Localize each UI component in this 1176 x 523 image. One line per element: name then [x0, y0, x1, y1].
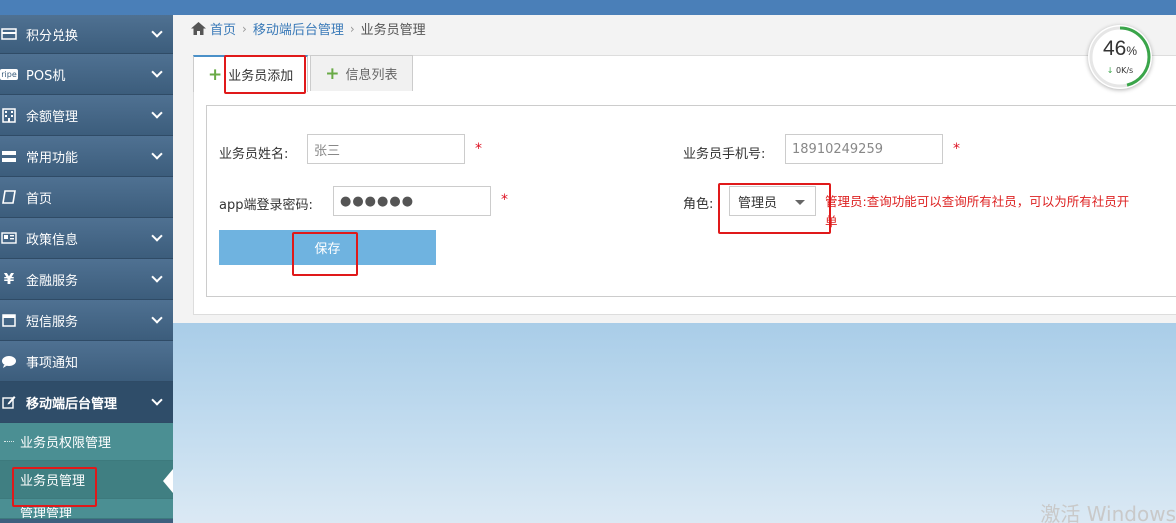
- credit-card-icon: [0, 26, 18, 42]
- sidebar-item-label: 余额管理: [26, 109, 79, 125]
- chevron-down-icon: [151, 148, 163, 160]
- save-button[interactable]: 保存: [219, 230, 436, 265]
- caret-down-icon: [795, 200, 805, 205]
- sidebar-subitem-permissions[interactable]: 业务员权限管理: [0, 423, 173, 461]
- plus-icon: +: [325, 63, 340, 84]
- role-select[interactable]: 管理员: [729, 186, 816, 216]
- password-label: app端登录密码:: [219, 198, 313, 213]
- sidebar-item-label: 常用功能: [26, 150, 79, 166]
- tab-label: 业务员添加: [228, 69, 294, 84]
- role-description: 管理员:查询功能可以查询所有社员，可以为所有社员开单: [825, 194, 1130, 229]
- sidebar-item-label: 短信服务: [26, 314, 79, 330]
- chevron-down-icon: [151, 26, 163, 38]
- network-rate: ↓ 0K/s: [1106, 66, 1134, 75]
- edit-icon: [0, 394, 18, 410]
- sidebar-item-common[interactable]: 常用功能: [0, 136, 173, 177]
- breadcrumb-home-link[interactable]: 首页: [210, 19, 236, 38]
- sidebar-subitem-salesman[interactable]: 业务员管理: [0, 461, 173, 499]
- active-caret-icon: [163, 469, 173, 493]
- sidebar-item-label: 金融服务: [26, 273, 79, 289]
- top-bar: [0, 0, 1176, 15]
- chevron-down-icon: [151, 66, 163, 78]
- home-icon: [191, 22, 206, 35]
- role-label: 角色:: [683, 197, 714, 212]
- role-select-value: 管理员: [738, 195, 778, 211]
- server-icon: [0, 148, 18, 164]
- sidebar-item-label: 事项通知: [26, 355, 79, 371]
- desktop-background: 激活 Windows: [173, 323, 1176, 523]
- tab-bar: + 业务员添加 + 信息列表: [193, 55, 415, 92]
- name-label: 业务员姓名:: [219, 147, 289, 162]
- tab-add-salesman[interactable]: + 业务员添加: [193, 55, 309, 92]
- tab-label: 信息列表: [345, 68, 398, 83]
- chevron-down-icon: [151, 394, 163, 406]
- sidebar-item-home[interactable]: 首页: [0, 177, 173, 218]
- sidebar-item-policy[interactable]: 政策信息: [0, 218, 173, 259]
- sidebar-item-mobile-admin[interactable]: 移动端后台管理: [0, 382, 173, 423]
- usage-percent: 46%: [1102, 37, 1138, 60]
- sidebar-subitem-label: 管理管理: [20, 507, 73, 519]
- chevron-down-icon: [151, 107, 163, 119]
- phone-input[interactable]: 18910249259: [785, 134, 943, 164]
- chevron-down-icon: [151, 230, 163, 242]
- salesman-form: 业务员姓名: 张三 * 业务员手机号: 18910249259 * app端登录…: [206, 105, 1176, 297]
- breadcrumb-mobile-admin-link[interactable]: 移动端后台管理: [253, 19, 344, 38]
- sidebar-item-label: 积分兑换: [26, 28, 79, 44]
- sidebar-item-finance[interactable]: ¥ 金融服务: [0, 259, 173, 300]
- sidebar-item-sms[interactable]: 短信服务: [0, 300, 173, 341]
- breadcrumb-current: 业务员管理: [360, 23, 426, 38]
- inbox-icon: [0, 312, 18, 328]
- chevron-down-icon: [151, 312, 163, 324]
- chat-icon: [0, 353, 18, 369]
- book-icon: [0, 189, 18, 205]
- breadcrumb-separator-icon: ›: [242, 21, 247, 36]
- sidebar-item-notice[interactable]: 事项通知: [0, 341, 173, 382]
- chevron-down-icon: [151, 271, 163, 283]
- sidebar: 积分兑换 ripe POS机 余额管理 常用功能 首页 政策信息 ¥ 金融服务: [0, 15, 173, 523]
- sidebar-item-balance[interactable]: 余额管理: [0, 95, 173, 136]
- required-mark: *: [501, 192, 508, 208]
- sidebar-subitem-label: 业务员权限管理: [20, 436, 112, 451]
- breadcrumb-separator-icon: ›: [349, 21, 355, 36]
- sidebar-item-pos[interactable]: ripe POS机: [0, 54, 173, 95]
- sidebar-item-label: 移动端后台管理: [26, 396, 118, 412]
- building-icon: [0, 107, 18, 123]
- sidebar-item-label: 首页: [26, 191, 53, 207]
- main-content: 首页 › 移动端后台管理 › 业务员管理 + 业务员添加 + 信息列表 业务员姓…: [173, 15, 1176, 323]
- sidebar-subitem-label: 业务员管理: [20, 474, 86, 489]
- required-mark: *: [953, 141, 960, 157]
- name-input[interactable]: 张三: [307, 134, 465, 164]
- sidebar-item-label: 政策信息: [26, 232, 79, 248]
- breadcrumb: 首页 › 移动端后台管理 › 业务员管理: [191, 19, 426, 38]
- arrow-down-icon: ↓: [1106, 66, 1114, 75]
- sidebar-subitem-next[interactable]: 管理管理: [0, 499, 173, 519]
- yen-icon: ¥: [3, 270, 15, 288]
- required-mark: *: [475, 141, 482, 157]
- tab-info-list[interactable]: + 信息列表: [310, 55, 413, 91]
- sidebar-item-label: POS机: [26, 68, 66, 84]
- password-input[interactable]: ●●●●●●: [333, 186, 491, 216]
- network-speed-widget[interactable]: 46% ↓ 0K/s: [1088, 25, 1152, 89]
- pos-icon: ripe: [0, 68, 18, 80]
- phone-label: 业务员手机号:: [683, 147, 766, 162]
- id-card-icon: [0, 230, 18, 246]
- activation-watermark: 激活 Windows: [1040, 502, 1176, 523]
- plus-icon: +: [208, 64, 223, 85]
- sidebar-item-points-exchange[interactable]: 积分兑换: [0, 15, 173, 54]
